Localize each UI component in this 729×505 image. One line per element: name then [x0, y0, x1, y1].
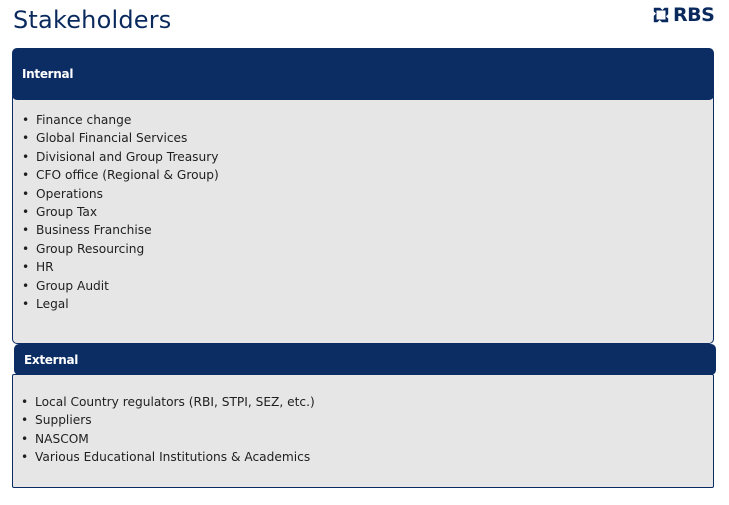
list-item-text: Divisional and Group Treasury	[36, 149, 219, 164]
list-item: • Local Country regulators (RBI, STPI, SE…	[21, 393, 315, 411]
list-item-text: Various Educational Institutions & Acade…	[35, 450, 311, 465]
list-item: • HR	[22, 258, 219, 276]
bullet-icon: •	[21, 413, 29, 428]
list-item: • Legal	[22, 295, 219, 313]
list-item-text: Finance change	[36, 113, 132, 127]
list-item-text: Global Financial Services	[36, 131, 188, 146]
list-item-text: Suppliers	[35, 413, 92, 428]
bullet-icon: •	[22, 113, 30, 127]
bullet-icon: •	[22, 168, 30, 183]
bullet-icon: •	[21, 431, 29, 446]
list-item-text: NASCOM	[35, 431, 89, 446]
list-item: • NASCOM	[21, 430, 315, 448]
list-item-text: Local Country regulators (RBI, STPI, SEZ…	[35, 395, 315, 409]
bullet-icon: •	[22, 260, 30, 275]
list-item: • Operations	[22, 185, 219, 203]
logo-text: RBS	[673, 4, 715, 26]
internal-panel: • Finance change • Global Financial Service…	[12, 96, 714, 344]
list-item: • CFO office (Regional & Group)	[22, 166, 219, 184]
bullet-icon: •	[22, 131, 30, 146]
list-item: • Group Audit	[22, 277, 219, 295]
page-title: Stakeholders	[13, 6, 172, 34]
internal-list: • Finance change • Global Financial Service…	[22, 111, 219, 313]
list-item: • Group Tax	[22, 203, 219, 221]
list-item-text: Group Audit	[36, 278, 109, 293]
external-header: External	[14, 344, 716, 375]
list-item: • Finance change	[22, 111, 219, 129]
internal-header: Internal	[12, 48, 714, 100]
list-item-text: Operations	[36, 186, 104, 201]
list-item: • Suppliers	[21, 411, 315, 429]
list-item: • Divisional and Group Treasury	[22, 148, 219, 166]
rbs-logo: RBS	[652, 4, 715, 26]
bullet-icon: •	[22, 297, 30, 312]
external-list: • Local Country regulators (RBI, STPI, SE…	[21, 393, 315, 467]
rbs-daisy-wheel-icon	[653, 7, 669, 23]
bullet-icon: •	[22, 278, 30, 293]
bullet-icon: •	[22, 186, 30, 201]
list-item-text: Group Resourcing	[36, 241, 145, 256]
bullet-icon: •	[22, 205, 30, 220]
list-item: • Various Educational Institutions & Acad…	[21, 448, 315, 466]
list-item-text: HR	[36, 260, 54, 275]
list-item-text: Group Tax	[36, 205, 98, 220]
bullet-icon: •	[21, 450, 29, 465]
list-item-text: CFO office (Regional & Group)	[36, 168, 219, 183]
list-item-text: Business Franchise	[36, 223, 152, 238]
external-panel: • Local Country regulators (RBI, STPI, SE…	[12, 374, 714, 488]
bullet-icon: •	[22, 241, 30, 256]
bullet-icon: •	[21, 395, 29, 409]
list-item: • Business Franchise	[22, 221, 219, 239]
list-item-text: Legal	[36, 297, 69, 312]
bullet-icon: •	[22, 223, 30, 238]
list-item: • Global Financial Services	[22, 129, 219, 147]
bullet-icon: •	[22, 149, 30, 164]
list-item: • Group Resourcing	[22, 240, 219, 258]
